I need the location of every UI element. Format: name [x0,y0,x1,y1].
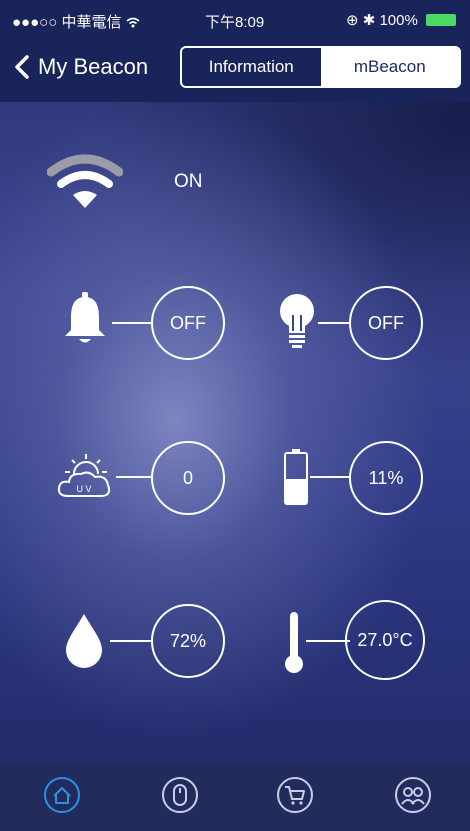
friends-icon[interactable] [393,775,433,815]
wifi-status: ON [174,171,203,192]
clock: 下午8:09 [205,14,265,31]
temperature-button[interactable]: 27.0°C [345,600,425,680]
status-bar: ●●●○○ 中華電信 下午8:09 ⊕ ✱ 100% [0,0,470,40]
home-icon[interactable] [42,775,82,815]
bell-status-button[interactable]: OFF [151,286,225,360]
lightbulb-icon [280,294,314,348]
light-connector [318,322,350,324]
segment-information[interactable]: Information [182,48,321,86]
uv-weather-icon: U V [57,454,111,497]
carrier-label: ●●●○○ 中華電信 [12,11,140,32]
bell-icon [65,292,105,343]
navigation-bar: My Beacon Information mBeacon [0,40,470,102]
battery-connector [310,476,350,478]
humidity-button[interactable]: 72% [151,604,225,678]
battery-level-icon [284,449,308,505]
mouse-icon[interactable] [160,775,200,815]
status-right: ⊕ ✱ 100% [346,11,456,29]
beacon-screen: ●●●○○ 中華電信 下午8:09 ⊕ ✱ 100% My Beacon Inf… [0,0,470,831]
uv-connector [116,476,152,478]
back-label: My Beacon [38,54,149,79]
light-status-button[interactable]: OFF [349,286,423,360]
humidity-connector [110,640,152,642]
bluetooth-icon: ✱ [362,12,376,29]
tab-bar [0,763,470,831]
bell-connector [112,322,152,324]
temperature-connector [306,640,350,642]
wifi-signal-icon [126,17,140,28]
wifi-icon [47,154,123,208]
cart-icon[interactable] [275,775,315,815]
battery-percent: 100% [379,12,418,29]
background [0,0,470,831]
back-button[interactable]: My Beacon [14,54,148,80]
segment-mbeacon[interactable]: mBeacon [320,48,459,86]
rotation-lock-icon: ⊕ [345,12,359,29]
uv-index-button[interactable]: 0 [151,441,225,515]
chevron-left-icon [15,55,29,79]
thermometer-icon [285,612,303,673]
battery-level-button[interactable]: 11% [349,441,423,515]
uv-icon-text: U V [76,484,91,494]
battery-icon [426,14,456,26]
water-drop-icon [66,614,102,668]
segmented-control: Information mBeacon [180,46,461,88]
